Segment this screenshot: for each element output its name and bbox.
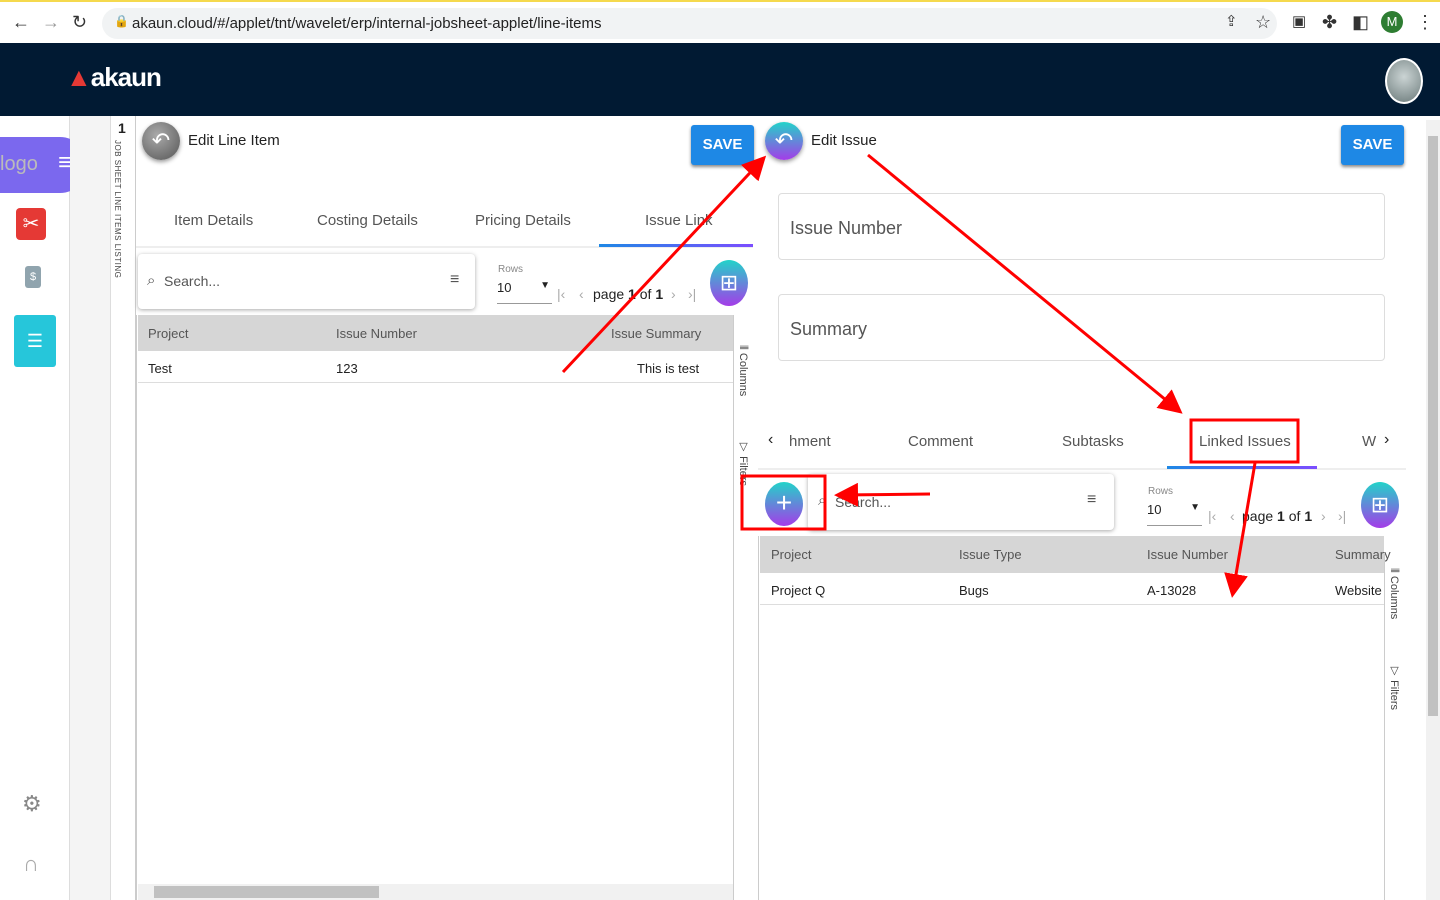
- annotation-arrow: [1224, 462, 1257, 598]
- annotation-overlay: [561, 153, 1300, 598]
- annotation-arrow: [834, 482, 931, 507]
- annotation-arrow: [867, 153, 1183, 414]
- annotation-box: [740, 474, 827, 531]
- annotation-arrow: [561, 155, 767, 374]
- annotation-box: [1189, 418, 1300, 464]
